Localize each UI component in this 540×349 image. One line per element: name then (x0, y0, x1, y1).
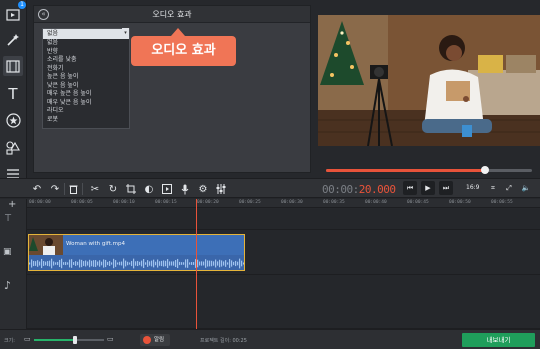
shapes-icon[interactable] (3, 138, 23, 158)
audio-waveform (29, 255, 244, 270)
play-icon[interactable]: ▶ (421, 181, 435, 195)
preview-progress-fill (326, 169, 485, 172)
tick-label: 00:00:45 (407, 200, 429, 205)
media-import-icon[interactable]: 1 (3, 1, 26, 24)
track-headers: + T ▣ ♪ (0, 199, 27, 329)
star-sticker-icon[interactable] (3, 110, 23, 130)
tick-label: 00:00:40 (365, 200, 387, 205)
bottom-bar: 크기: ▭ ▭ 알림 프로젝트 길이: 00:25 내보내기 (0, 329, 540, 349)
effect-option[interactable]: 라디오 (43, 107, 129, 116)
project-length: 프로젝트 길이: 00:25 (200, 338, 247, 344)
effect-option[interactable]: 반향 (43, 48, 129, 57)
zoom-slider-knob[interactable] (72, 336, 77, 344)
tick-label: 00:00:50 (449, 200, 471, 205)
video-clip[interactable]: Woman with gift.mp4 (28, 234, 245, 271)
undo-icon[interactable]: ↶ (30, 182, 44, 196)
notifications-label: 알림 (154, 337, 165, 343)
crop-frame-icon[interactable]: ⌗ (486, 181, 500, 195)
rotate-icon[interactable]: ↻ (106, 182, 120, 196)
tick-label: 00:00:20 (197, 200, 219, 205)
music-track-icon: ♪ (4, 279, 12, 292)
video-preview[interactable] (318, 15, 540, 146)
alert-icon (143, 336, 151, 344)
text-glyph: T (8, 85, 18, 103)
effect-option[interactable]: 전화기 (43, 65, 129, 74)
clip-thumbnail (29, 235, 63, 255)
effect-option[interactable]: 매우 낮은 음 높이 (43, 99, 129, 108)
microphone-icon[interactable] (178, 182, 192, 196)
audio-lane[interactable] (27, 275, 540, 329)
effect-option[interactable]: 매우 높은 음 높이 (43, 90, 129, 99)
effect-selected[interactable]: 없음 (43, 29, 129, 39)
text-lane[interactable] (27, 209, 540, 230)
effect-option[interactable]: 높은 음 높이 (43, 73, 129, 82)
effect-list[interactable]: 없음 없음 반향 소리를 낮춤 전화기 높은 음 높이 낮은 음 높이 매우 높… (42, 28, 130, 129)
timecode-seconds: 20.000 (358, 183, 396, 196)
redo-icon[interactable]: ↷ (48, 182, 62, 196)
preview-image (318, 15, 540, 146)
fullscreen-icon[interactable]: ⤢ (502, 181, 516, 195)
color-adjust-icon[interactable]: ◐ (142, 182, 156, 196)
delete-icon[interactable] (66, 182, 80, 196)
cut-icon[interactable]: ✂ (88, 182, 102, 196)
add-track-icon[interactable]: + (8, 199, 16, 210)
callout-label: 오디오 효과 (131, 36, 236, 66)
tick-label: 00:00:05 (71, 200, 93, 205)
scale-label: 크기: (4, 338, 15, 344)
effect-option[interactable]: 없음 (43, 39, 129, 48)
volume-icon[interactable]: 🔈 (519, 181, 533, 195)
export-button[interactable]: 내보내기 (462, 333, 535, 347)
zoom-slider-fill (34, 339, 75, 341)
timeline-ruler[interactable]: 00:00:00 00:00:05 00:00:10 00:00:15 00:0… (27, 199, 540, 208)
tick-label: 00:00:10 (113, 200, 135, 205)
zoom-out-icon[interactable]: ▭ (24, 335, 31, 343)
preview-progress-knob[interactable] (480, 166, 489, 174)
magic-wand-icon[interactable] (3, 30, 23, 50)
tick-label: 00:00:55 (491, 200, 513, 205)
text-icon[interactable]: T (3, 84, 23, 104)
tick-label: 00:00:00 (29, 200, 51, 205)
notification-badge: 1 (18, 1, 26, 9)
effect-option[interactable]: 소리를 낮춤 (43, 56, 129, 65)
settings-icon[interactable]: ⚙ (196, 182, 210, 196)
film-strip-icon[interactable] (3, 56, 23, 76)
previous-icon[interactable]: ⏮ (403, 181, 417, 195)
video-track-icon: ▣ (3, 247, 12, 257)
effect-option[interactable]: 로봇 (43, 116, 129, 125)
tick-label: 00:00:35 (323, 200, 345, 205)
aspect-ratio[interactable]: 16:9 (466, 184, 479, 191)
next-icon[interactable]: ⏭ (439, 181, 453, 195)
effect-option[interactable]: 낮은 음 높이 (43, 82, 129, 91)
left-toolbar: 1 T (0, 0, 27, 190)
timecode-display: 00:00:20.000 (322, 183, 396, 196)
crop-icon[interactable] (124, 182, 138, 196)
zoom-in-icon[interactable]: ▭ (107, 335, 114, 343)
panel-header: « 오디오 효과 (34, 6, 310, 23)
frame-icon[interactable] (160, 182, 174, 196)
tick-label: 00:00:30 (281, 200, 303, 205)
text-track-icon: T (5, 213, 12, 224)
playhead[interactable] (196, 199, 197, 329)
clip-name: Woman with gift.mp4 (66, 241, 125, 247)
dropdown-arrow-icon[interactable]: ▾ (122, 28, 129, 38)
panel-title: 오디오 효과 (152, 10, 192, 19)
equalizer-icon[interactable] (214, 182, 228, 196)
tick-label: 00:00:15 (155, 200, 177, 205)
edit-toolbar: ↶ ↷ ✂ ↻ ◐ ⚙ (0, 178, 540, 198)
zoom-slider[interactable] (34, 339, 104, 341)
timecode-prefix: 00:00: (322, 183, 359, 196)
notifications-button[interactable]: 알림 (140, 334, 171, 346)
preview-progress-bar[interactable] (326, 169, 532, 172)
callout-pointer (171, 28, 185, 36)
tick-label: 00:00:25 (239, 200, 261, 205)
